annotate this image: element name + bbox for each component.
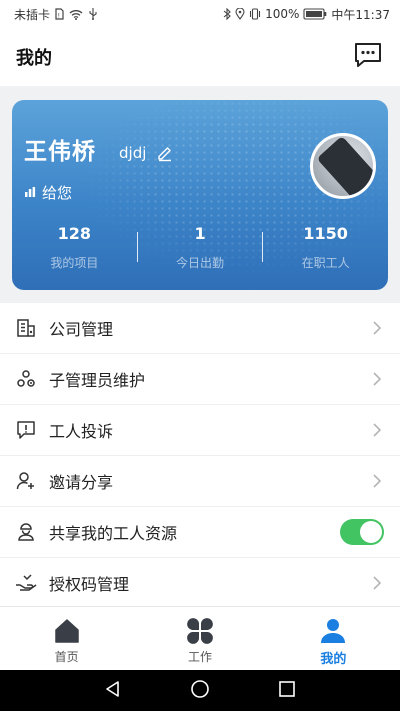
menu-label: 公司管理 [49,320,114,339]
home-circle-icon [190,679,210,703]
message-dots-icon [353,41,383,73]
menu-label: 共享我的工人资源 [49,524,178,543]
complaint-icon [15,419,37,441]
pencil-icon [156,147,174,166]
tab-work[interactable]: 工作 [133,607,266,670]
menu-item-worker-complaint[interactable]: 工人投诉 [0,405,400,456]
stat-my-projects[interactable]: 128 我的项目 [12,222,137,272]
stat-label: 今日出勤 [176,256,225,270]
system-back-button[interactable] [101,679,125,703]
menu-label: 工人投诉 [49,422,114,441]
user-icon [318,616,348,646]
status-left: 未插卡 ! [14,6,98,23]
stat-value: 1 [194,224,206,243]
tab-label: 工作 [187,650,212,664]
menu-label: 子管理员维护 [49,371,146,390]
bottom-nav: 首页 工作 我的 [0,606,400,670]
battery-percent: 100% [265,7,300,21]
stat-label: 我的项目 [50,256,99,270]
stats-row: 128 我的项目 1 今日出勤 1150 在职工人 [12,222,388,272]
share-workers-toggle[interactable] [340,519,384,545]
status-right: 100% 中午11:37 [223,6,390,23]
recents-square-icon [278,680,296,702]
chevron-right-icon [370,372,384,386]
usb-icon [88,8,98,20]
wifi-icon [69,9,83,20]
back-triangle-icon [104,680,122,702]
stat-value: 128 [57,224,92,243]
page-title: 我的 [16,48,52,69]
stat-active-workers[interactable]: 1150 在职工人 [263,222,388,272]
user-nickname: djdj [119,144,147,162]
company-row: 给您 [24,182,72,203]
invite-user-icon [15,470,37,492]
system-recents-button[interactable] [275,679,299,703]
company-name: 给您 [42,184,73,202]
menu-item-invite-share[interactable]: 邀请分享 [0,456,400,507]
system-home-button[interactable] [188,679,212,703]
grid-clover-icon [185,616,215,646]
tab-mine[interactable]: 我的 [267,607,400,670]
chevron-right-icon [370,474,384,488]
building-icon [15,317,37,339]
menu-label: 邀请分享 [49,473,114,492]
page-header: 我的 [0,28,400,86]
edit-nickname-button[interactable] [156,144,174,162]
toggle-knob [360,521,382,543]
battery-icon [303,8,327,20]
sim-icon: ! [55,8,64,20]
message-button[interactable] [352,41,384,73]
menu-label: 授权码管理 [49,575,130,594]
menu-item-sub-admin[interactable]: 子管理员维护 [0,354,400,405]
home-icon [52,616,82,646]
sub-admin-icon [15,368,37,390]
menu-list: 公司管理 子管理员维护 工人投诉 邀请分享 共享我的工人资源 授权码管理 [0,303,400,606]
profile-card-area: 王伟桥 djdj 给您 128 我的项目 1 今日出勤 1150 在职工人 [0,86,400,303]
stat-label: 在职工人 [301,256,350,270]
stat-value: 1150 [303,224,348,243]
svg-text:!: ! [58,13,60,20]
menu-item-auth-code[interactable]: 授权码管理 [0,558,400,606]
worker-share-icon [15,521,37,543]
tab-home[interactable]: 首页 [0,607,133,670]
avatar[interactable] [310,133,376,199]
chevron-right-icon [370,423,384,437]
clock: 中午11:37 [331,7,390,22]
profile-card: 王伟桥 djdj 给您 128 我的项目 1 今日出勤 1150 在职工人 [12,100,388,290]
menu-item-share-workers: 共享我的工人资源 [0,507,400,558]
vibrate-icon [249,8,261,20]
chevron-right-icon [370,321,384,335]
location-icon [235,8,245,20]
carrier-text: 未插卡 [14,7,51,22]
status-bar: 未插卡 ! 100% 中午11:37 [0,0,400,28]
bluetooth-icon [223,8,231,20]
menu-item-company-management[interactable]: 公司管理 [0,303,400,354]
tab-label: 首页 [54,650,79,664]
stat-today-attendance[interactable]: 1 今日出勤 [138,222,263,272]
tab-label: 我的 [320,652,347,667]
system-nav-bar [0,670,400,711]
bar-chart-icon [24,184,36,202]
user-name: 王伟桥 [24,139,96,165]
chevron-right-icon [370,576,384,590]
hand-key-icon [15,572,37,594]
